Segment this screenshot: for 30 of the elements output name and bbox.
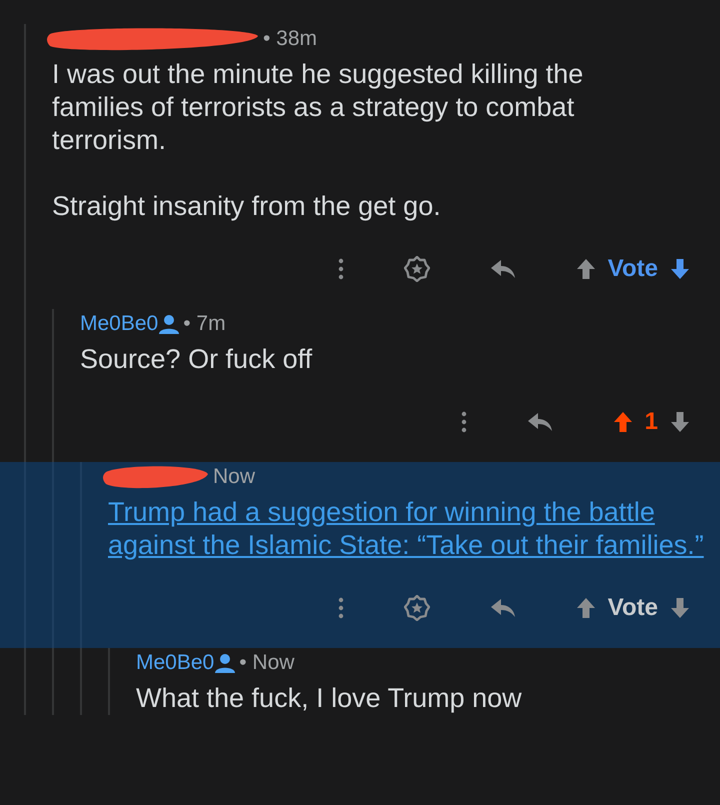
person-icon — [158, 314, 180, 334]
reply-icon[interactable] — [490, 598, 516, 618]
comment-text: What the fuck, I love Trump now — [136, 682, 523, 715]
vote-count: Vote — [608, 593, 658, 623]
upvote-icon[interactable] — [576, 597, 596, 619]
article-link[interactable]: Trump had a suggestion for winning the battle against the Islamic State: “Take out their families.” — [108, 496, 704, 562]
reply-icon[interactable] — [490, 259, 516, 279]
timestamp: • Now — [239, 650, 294, 676]
downvote-icon[interactable] — [670, 411, 690, 433]
timestamp: • 7m — [183, 311, 226, 338]
reply-icon[interactable] — [526, 412, 553, 432]
more-options-icon[interactable] — [338, 597, 344, 619]
upvote-icon[interactable] — [576, 258, 596, 280]
downvote-icon[interactable] — [670, 597, 690, 619]
timestamp: Now — [213, 464, 256, 490]
downvote-icon[interactable] — [670, 258, 690, 280]
person-icon — [214, 653, 236, 673]
username[interactable]: Me0Be0 — [80, 308, 158, 340]
username[interactable]: Me0Be0 — [136, 647, 214, 679]
award-icon[interactable] — [404, 595, 430, 621]
comment-text: Source? Or fuck off — [80, 343, 314, 376]
timestamp: • 38m — [263, 26, 318, 52]
comment-text: I was out the minute he suggested killing the families of terrorists as a strategy to combat terrorism. — [52, 58, 584, 157]
more-options-icon[interactable] — [460, 411, 467, 433]
upvote-icon[interactable] — [612, 411, 633, 433]
vote-count: Vote — [608, 254, 658, 284]
award-icon[interactable] — [404, 256, 430, 282]
comment-text: Straight insanity from the get go. — [52, 190, 442, 223]
more-options-icon[interactable] — [338, 258, 344, 280]
vote-count: 1 — [644, 407, 658, 437]
